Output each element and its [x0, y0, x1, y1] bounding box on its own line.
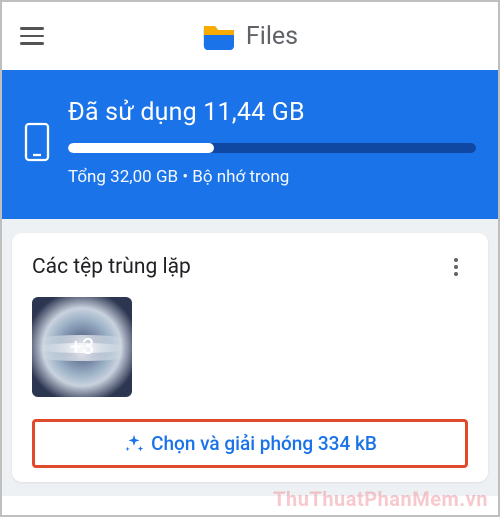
storage-progress-fill	[68, 143, 214, 153]
card-overflow-menu[interactable]	[444, 255, 468, 279]
storage-total-text: Tổng 32,00 GB • Bộ nhớ trong	[68, 167, 476, 187]
storage-hero: Đã sử dụng 11,44 GB Tổng 32,00 GB • Bộ n…	[2, 70, 498, 219]
storage-progress	[68, 143, 476, 153]
menu-icon[interactable]	[16, 20, 48, 52]
card-title: Các tệp trùng lặp	[32, 255, 191, 279]
files-logo-icon	[202, 22, 236, 50]
clean-cards-area: Các tệp trùng lặp +3 Chọn và	[2, 219, 498, 496]
storage-used-text: Đã sử dụng 11,44 GB	[68, 98, 476, 127]
duplicate-thumbnail[interactable]: +3	[32, 297, 132, 397]
app-title: Files	[246, 22, 298, 51]
cta-highlight-box: Chọn và giải phóng 334 kB	[32, 419, 468, 468]
thumbnail-count-badge: +3	[70, 335, 95, 360]
thumbnail-row: +3	[32, 297, 468, 397]
select-and-free-button[interactable]: Chọn và giải phóng 334 kB	[151, 432, 377, 455]
phone-icon	[24, 122, 50, 166]
storage-info: Đã sử dụng 11,44 GB Tổng 32,00 GB • Bộ n…	[68, 98, 476, 187]
app-title-wrap: Files	[202, 22, 298, 51]
app-frame: Files Đã sử dụng 11,44 GB Tổng 32,00 GB …	[0, 0, 500, 517]
duplicate-files-card: Các tệp trùng lặp +3 Chọn và	[12, 233, 488, 482]
app-bar: Files	[2, 2, 498, 70]
sparkle-icon	[123, 433, 145, 455]
